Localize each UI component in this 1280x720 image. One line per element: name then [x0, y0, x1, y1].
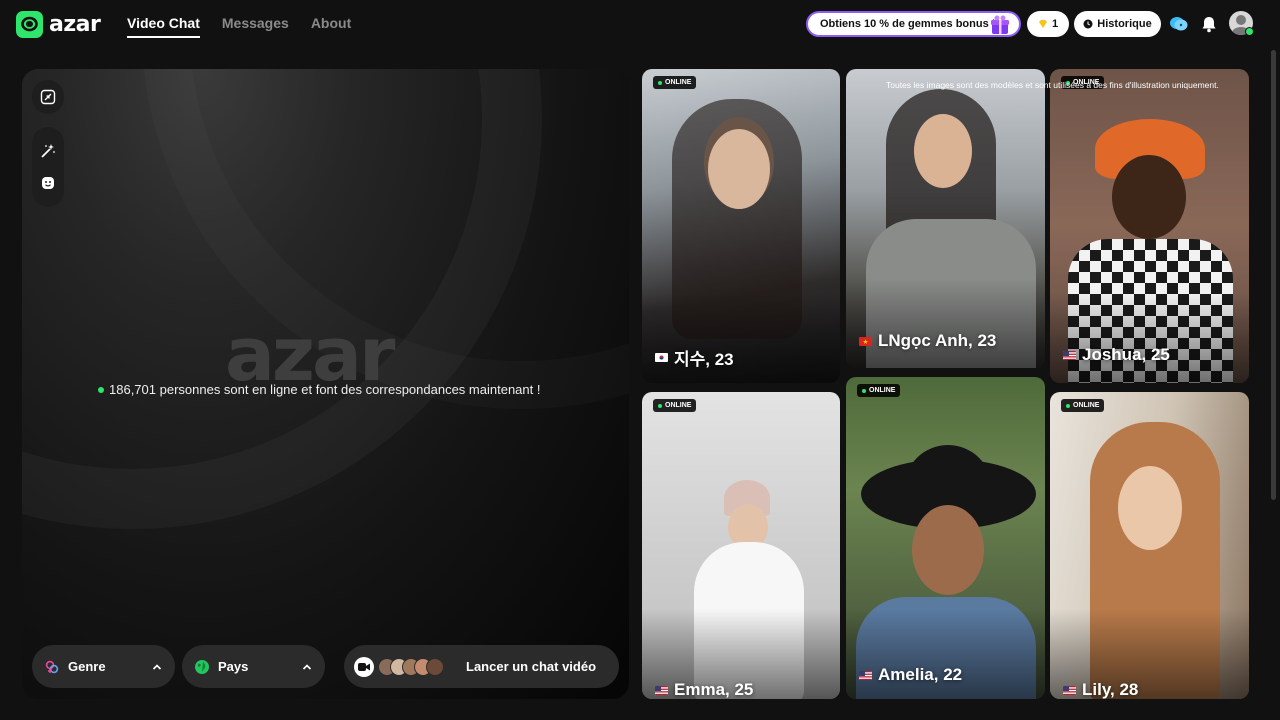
face-filter-icon[interactable]	[40, 175, 56, 191]
gender-icon	[45, 660, 59, 673]
top-header: azar Video Chat Messages About Obtiens 1…	[0, 0, 1280, 48]
online-badge: ONLINE	[1061, 399, 1105, 412]
profile-photo-face	[1112, 155, 1186, 239]
azar-logo-icon	[16, 11, 43, 38]
profile-name: LNgọc Anh, 23	[859, 331, 996, 351]
profile-name: Emma, 25	[655, 680, 753, 699]
us-flag-icon	[1063, 350, 1076, 360]
gems-balance-button[interactable]: 1	[1027, 11, 1069, 37]
gift-icon	[991, 15, 1009, 34]
profile-photo-face	[708, 129, 770, 209]
profile-card[interactable]: ONLINE 지수, 23	[642, 69, 840, 383]
photo-shade	[846, 278, 1045, 368]
globe-icon	[195, 659, 209, 674]
country-filter-label: Pays	[218, 659, 249, 674]
online-badge: ONLINE	[653, 76, 697, 89]
history-label: Historique	[1097, 18, 1152, 30]
profile-card[interactable]: ONLINE Emma, 25	[642, 392, 840, 699]
gem-bonus-promo-button[interactable]: Obtiens 10 % de gemmes bonus !	[806, 11, 1021, 37]
launch-video-chat-button[interactable]: Lancer un chat vidéo	[344, 645, 619, 688]
clock-icon	[1083, 19, 1093, 29]
us-flag-icon	[1063, 685, 1076, 695]
us-flag-icon	[655, 685, 668, 695]
gender-filter-label: Genre	[68, 659, 106, 674]
south-korea-flag-icon	[655, 353, 668, 362]
chat-bubbles-icon[interactable]	[1168, 13, 1190, 35]
online-count-status: 186,701 personnes sont en ligne et font …	[98, 382, 540, 397]
logo-text: azar	[49, 12, 101, 37]
gems-count: 1	[1051, 18, 1059, 30]
effects-toolbar	[32, 127, 64, 207]
chevron-up-icon	[152, 663, 162, 670]
us-flag-icon	[859, 670, 872, 680]
illustration-disclaimer: Toutes les images sont des modèles et so…	[886, 80, 1219, 90]
nav-about[interactable]: About	[311, 15, 351, 38]
history-button[interactable]: Historique	[1074, 11, 1161, 37]
photo-shade	[1050, 293, 1249, 383]
vietnam-flag-icon	[859, 336, 872, 346]
magic-wand-icon[interactable]	[40, 143, 56, 159]
photo-shade	[846, 609, 1045, 699]
profile-card[interactable]: ONLINE Amelia, 22	[846, 377, 1045, 699]
online-dot-icon	[98, 386, 104, 393]
profile-card[interactable]: ONLINE Joshua, 25	[1050, 69, 1249, 383]
profile-card[interactable]: ONLINE Lily, 28	[1050, 392, 1249, 699]
online-badge: ONLINE	[857, 384, 901, 397]
promo-label: Obtiens 10 % de gemmes bonus !	[820, 18, 996, 30]
profile-photo-face	[914, 114, 972, 188]
profile-photo-face	[1118, 466, 1182, 550]
nav-video-chat[interactable]: Video Chat	[127, 15, 200, 38]
profile-name: Joshua, 25	[1063, 345, 1170, 365]
profile-name: Lily, 28	[1063, 680, 1138, 699]
user-thumbnail	[426, 657, 444, 676]
profile-photo-face	[912, 505, 984, 595]
minimize-tool[interactable]	[32, 80, 64, 114]
avatar-status-badge	[1245, 27, 1254, 36]
chevron-up-icon	[302, 663, 312, 670]
gender-filter-button[interactable]: Genre	[32, 645, 175, 688]
profile-photo-hat-crown	[904, 445, 992, 505]
profile-name: Amelia, 22	[859, 665, 962, 685]
nav-messages[interactable]: Messages	[222, 15, 289, 38]
profile-card[interactable]: LNgọc Anh, 23	[846, 69, 1045, 368]
azar-logo[interactable]: azar	[16, 11, 101, 38]
minimize-window-icon	[40, 89, 56, 105]
bell-icon[interactable]	[1198, 13, 1220, 35]
video-chat-panel: azar 186,701 personnes sont en ligne et …	[22, 69, 629, 699]
launch-video-chat-label: Lancer un chat vidéo	[466, 659, 597, 674]
profile-name: 지수, 23	[655, 345, 734, 370]
country-filter-button[interactable]: Pays	[182, 645, 325, 688]
online-count-text: 186,701 personnes sont en ligne et font …	[109, 382, 541, 397]
main-nav: Video Chat Messages About	[127, 15, 351, 38]
online-badge: ONLINE	[653, 399, 697, 412]
page-scrollbar[interactable]	[1271, 50, 1276, 500]
gem-icon	[1038, 20, 1047, 28]
video-camera-icon	[354, 656, 374, 677]
